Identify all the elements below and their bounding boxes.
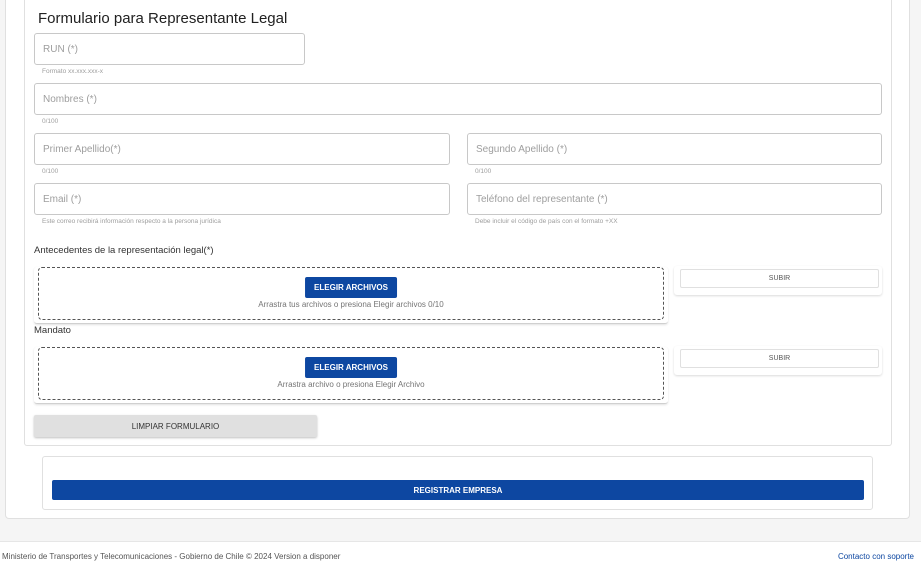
- primer-apellido-field[interactable]: [34, 133, 450, 165]
- form-title: Formulario para Representante Legal: [38, 10, 288, 27]
- segundo-apellido-input[interactable]: [468, 134, 881, 164]
- nombres-input[interactable]: [35, 84, 881, 114]
- mandato-subir-button[interactable]: SUBIR: [680, 349, 879, 368]
- telefono-field[interactable]: [467, 183, 882, 215]
- footer: Ministerio de Transportes y Telecomunica…: [0, 541, 921, 565]
- support-link[interactable]: Contacto con soporte: [838, 552, 914, 561]
- nombres-counter: 0/100: [42, 118, 59, 125]
- register-company-button[interactable]: REGISTRAR EMPRESA: [52, 480, 864, 500]
- email-hint: Este correo recibirá información respect…: [42, 218, 221, 225]
- antecedentes-upload-panel: SUBIR: [674, 266, 882, 295]
- run-field[interactable]: [34, 33, 305, 65]
- email-input[interactable]: [35, 184, 449, 214]
- mandato-label: Mandato: [34, 325, 71, 336]
- antecedentes-upload: ELEGIR ARCHIVOS Arrastra tus archivos o …: [34, 267, 668, 324]
- mandato-choose-files-button[interactable]: ELEGIR ARCHIVOS: [305, 357, 397, 378]
- antecedentes-label: Antecedentes de la representación legal(…: [34, 245, 214, 256]
- mandato-drop-text: Arrastra archivo o presiona Elegir Archi…: [277, 380, 425, 389]
- primer-apellido-input[interactable]: [35, 134, 449, 164]
- segundo-apellido-counter: 0/100: [475, 168, 492, 175]
- mandato-upload: ELEGIR ARCHIVOS Arrastra archivo o presi…: [34, 347, 668, 404]
- telefono-input[interactable]: [468, 184, 881, 214]
- email-field[interactable]: [34, 183, 450, 215]
- mandato-dropzone[interactable]: ELEGIR ARCHIVOS Arrastra archivo o presi…: [38, 347, 664, 400]
- antecedentes-choose-files-button[interactable]: ELEGIR ARCHIVOS: [305, 277, 397, 298]
- footer-text: Ministerio de Transportes y Telecomunica…: [2, 552, 341, 561]
- antecedentes-subir-button[interactable]: SUBIR: [680, 269, 879, 288]
- segundo-apellido-field[interactable]: [467, 133, 882, 165]
- antecedentes-dropzone[interactable]: ELEGIR ARCHIVOS Arrastra tus archivos o …: [38, 267, 664, 320]
- clear-form-button[interactable]: LIMPIAR FORMULARIO: [34, 415, 317, 437]
- telefono-hint: Debe incluir el código de país con el fo…: [475, 218, 618, 225]
- run-input[interactable]: [35, 34, 304, 64]
- nombres-field[interactable]: [34, 83, 882, 115]
- primer-apellido-counter: 0/100: [42, 168, 59, 175]
- antecedentes-drop-text: Arrastra tus archivos o presiona Elegir …: [258, 300, 444, 309]
- mandato-upload-panel: SUBIR: [674, 346, 882, 375]
- run-hint: Formato xx.xxx.xxx-x: [42, 68, 104, 75]
